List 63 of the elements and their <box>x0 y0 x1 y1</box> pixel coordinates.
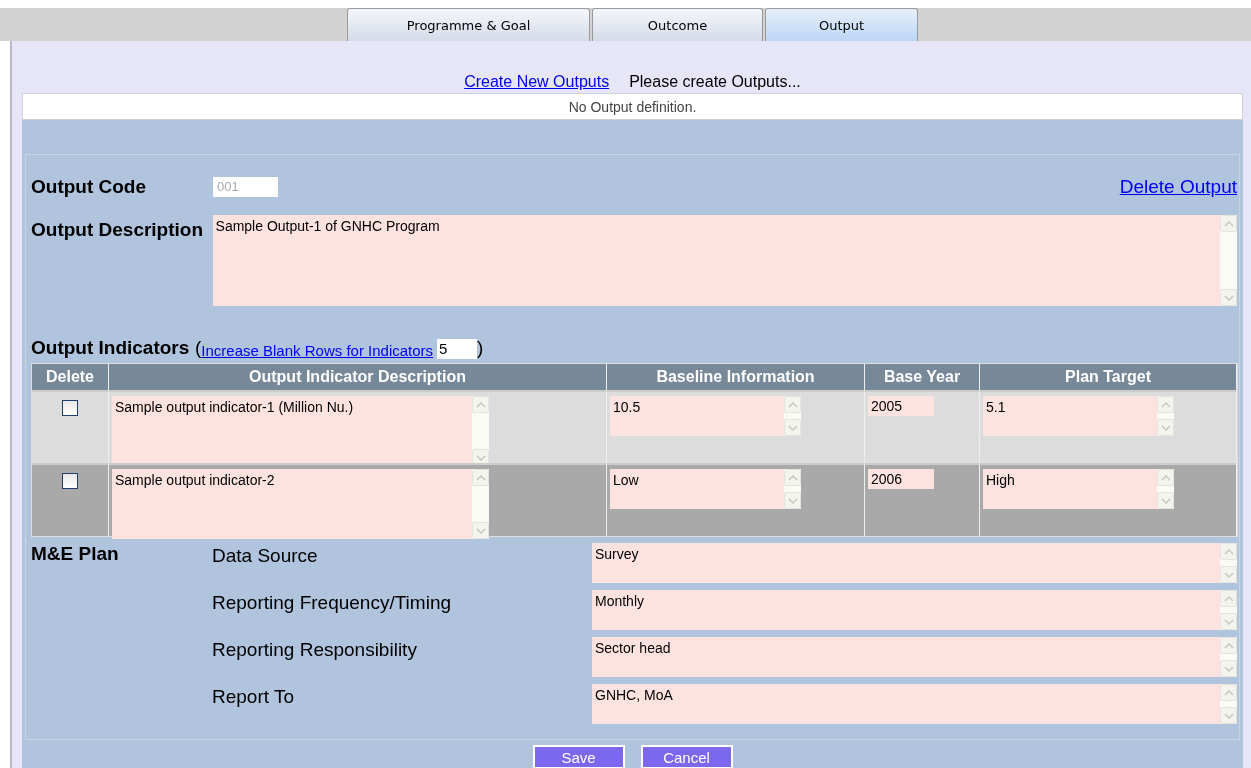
hint-text: Please create Outputs... <box>629 73 801 91</box>
plan-field[interactable]: Sector head <box>592 637 1237 677</box>
field-text: Monthly <box>594 592 646 611</box>
checkbox[interactable] <box>62 473 78 489</box>
notice-bar: No Output definition. <box>22 93 1243 120</box>
parenthesis-text: ) <box>477 337 484 359</box>
base-year-field[interactable]: 2005 <box>868 396 934 416</box>
checkbox[interactable] <box>62 400 78 416</box>
description-field[interactable]: Sample Output-1 of GNHC Program <box>212 215 1237 306</box>
create-outputs-link[interactable]: Create New Outputs <box>464 73 610 91</box>
field-label: Data Source <box>212 544 319 568</box>
field-label: Reporting Responsibility <box>212 638 418 662</box>
scroll-bar[interactable] <box>784 396 801 436</box>
field-text: Survey <box>594 545 640 564</box>
scroll-bar[interactable] <box>1220 215 1237 306</box>
field-text: 10.5 <box>612 398 642 417</box>
scroll-bar[interactable] <box>1220 684 1237 724</box>
field-label: Report To <box>212 685 296 709</box>
base-year-field[interactable]: 2006 <box>868 469 934 489</box>
rows-count-field[interactable]: 5 <box>437 339 478 359</box>
field-text: Sample Output-1 of GNHC Program <box>214 217 441 236</box>
plan-target-field[interactable]: High <box>983 469 1174 509</box>
scroll-bar[interactable] <box>1157 469 1174 509</box>
tab[interactable]: Output <box>765 8 918 41</box>
plan-field[interactable]: GNHC, MoA <box>592 684 1237 724</box>
field-label: Output Indicators <box>31 337 191 359</box>
plan-target-field[interactable]: 5.1 <box>983 396 1174 436</box>
scroll-bar[interactable] <box>1220 543 1237 583</box>
form-button[interactable]: Cancel <box>640 745 733 768</box>
field-label: Output Code <box>31 176 148 198</box>
section-label: M&E Plan <box>31 543 120 566</box>
parenthesis-text: ( <box>195 337 202 359</box>
indicator-field[interactable]: Sample output indicator-2 <box>112 469 489 539</box>
scroll-bar[interactable] <box>1220 590 1237 630</box>
field-text: GNHC, MoA <box>594 686 674 705</box>
plan-field[interactable]: Survey <box>592 543 1237 583</box>
tab[interactable]: Programme & Goal <box>347 8 590 41</box>
plan-field[interactable]: Monthly <box>592 590 1237 630</box>
baseline-field[interactable]: 10.5 <box>610 396 801 436</box>
column-header: Plan Target <box>980 364 1237 390</box>
increase-rows-link[interactable]: Increase Blank Rows for Indicators <box>201 342 434 359</box>
scroll-bar[interactable] <box>472 396 489 466</box>
scroll-bar[interactable] <box>1157 396 1174 436</box>
scroll-bar[interactable] <box>784 469 801 509</box>
column-header: Output Indicator Description <box>109 364 607 390</box>
field-label: Output Description <box>31 218 205 242</box>
column-header: Delete <box>32 364 109 390</box>
column-header: Base Year <box>865 364 980 390</box>
baseline-field[interactable]: Low <box>610 469 801 509</box>
field-text: Sample output indicator-1 (Million Nu.) <box>114 398 355 417</box>
field-label: Reporting Frequency/Timing <box>212 591 452 615</box>
column-header: Baseline Information <box>607 364 865 390</box>
delete-output-link[interactable]: Delete Output <box>1119 176 1237 198</box>
field-text: Low <box>612 471 640 490</box>
scroll-bar[interactable] <box>472 469 489 539</box>
tab[interactable]: Outcome <box>592 8 763 41</box>
scroll-bar[interactable] <box>1220 637 1237 677</box>
field-text: Sample output indicator-2 <box>114 471 276 490</box>
form-button[interactable]: Save <box>532 745 625 768</box>
field-text: High <box>985 471 1016 490</box>
field-text: 5.1 <box>985 398 1007 417</box>
field-text: Sector head <box>594 639 672 658</box>
indicator-field[interactable]: Sample output indicator-1 (Million Nu.) <box>112 396 489 466</box>
